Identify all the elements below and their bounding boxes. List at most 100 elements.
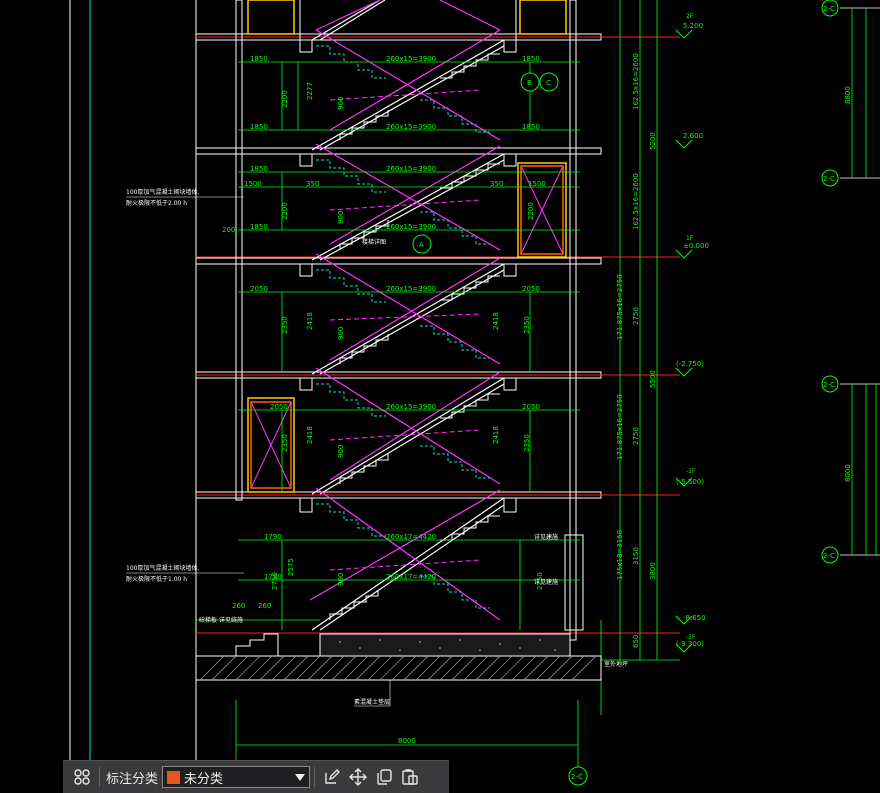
elevation-markers xyxy=(675,29,693,653)
vdim-900-d: 900 xyxy=(337,445,345,458)
edit-icon[interactable] xyxy=(319,764,345,790)
copy-icon[interactable] xyxy=(371,764,397,790)
note-stair-detail: 楼梯详图 xyxy=(362,238,386,246)
toolbar-separator xyxy=(99,767,100,787)
vdim-2200-b: 2200 xyxy=(281,202,289,220)
axis-tag-bottom: 2-C xyxy=(571,773,583,781)
landing-2050-b: 2050 xyxy=(522,285,540,293)
elevation-e3: ±0.000 xyxy=(683,242,709,250)
toolbar-separator xyxy=(314,767,316,787)
right-dim-d3: 5200 xyxy=(649,132,657,150)
axis-tag-mid-right: 2-C xyxy=(823,175,835,183)
annotation-category-label: 标注分类 xyxy=(106,771,159,787)
stair-label-s3: 260x15=3900 xyxy=(386,165,436,173)
landing-350-b: 350 xyxy=(490,180,503,188)
vdim-2418-d: 2418 xyxy=(492,426,500,444)
floor-tag-f4: -2F xyxy=(686,634,696,641)
note-concrete-pad: 素混凝土垫层 xyxy=(354,698,390,706)
circle-tag-c: C xyxy=(546,79,551,87)
vdim-900-a: 900 xyxy=(337,97,345,110)
partial-dim-p2: 8000 xyxy=(844,464,852,482)
floor-tag-f2: 1F xyxy=(686,235,694,242)
window-crossbars xyxy=(250,165,564,489)
landing-260-a: 260 xyxy=(232,602,245,610)
landing-1850-f: 1850 xyxy=(250,223,268,231)
landing-2050-d: 2050 xyxy=(522,403,540,411)
paste-icon[interactable] xyxy=(397,764,423,790)
right-dim-d1: 162.5x16=2600 xyxy=(632,53,640,110)
drawing-text: 2-C 2-C 2-C 2-C 2-C B C A 5.200 2.600 ±0… xyxy=(222,5,852,781)
right-dim-d7: 2750 xyxy=(632,427,640,445)
landing-1850-a: 1850 xyxy=(250,55,268,63)
landing-1500-b: 1500 xyxy=(528,180,546,188)
vdim-2418-b: 2418 xyxy=(492,312,500,330)
vdim-2200-a: 2200 xyxy=(281,90,289,108)
move-icon[interactable] xyxy=(345,764,371,790)
note-see-arch-a: 详见建施 xyxy=(534,533,558,541)
right-dim-d12: 650 xyxy=(632,635,640,648)
elevation-e5: (-5.500) xyxy=(676,478,704,486)
elevation-e1: 5.200 xyxy=(683,22,703,30)
landing-1850-e: 1850 xyxy=(250,165,268,173)
landing-200: 200 xyxy=(222,226,235,234)
circle-tag-b: B xyxy=(527,79,532,87)
category-color-swatch xyxy=(167,770,181,784)
ground-hatch xyxy=(195,633,602,681)
elevation-e2: 2.600 xyxy=(683,132,703,140)
axis-tag-mid-right-c: 2-C xyxy=(823,552,835,560)
vdim-2350-a: 2350 xyxy=(281,316,289,334)
note-wall-1h-line2: 耐火极限不低于1.00 h xyxy=(126,575,187,583)
vdim-900-c: 900 xyxy=(337,327,345,340)
vdim-2418-c: 2418 xyxy=(306,426,314,444)
stair-label-s1: 260x15=3900 xyxy=(386,55,436,63)
landing-2050-a: 2050 xyxy=(250,285,268,293)
partial-dim-p1: 8800 xyxy=(844,86,852,104)
landing-1500-a: 1500 xyxy=(244,180,262,188)
note-outdoor-ground: 室外地坪 xyxy=(604,660,628,668)
left-guide-lines xyxy=(69,0,197,760)
floor-tag-f3: -1F xyxy=(686,468,696,475)
vdim-2200-c: 2200 xyxy=(527,202,535,220)
right-dim-d6: 2750 xyxy=(632,307,640,325)
landing-1850-b: 1850 xyxy=(250,123,268,131)
landing-350-a: 350 xyxy=(306,180,319,188)
landing-1850-c: 1850 xyxy=(522,55,540,63)
grid-icon[interactable] xyxy=(69,764,95,790)
note-stair-slab: 砼梯板 详见结施 xyxy=(199,616,243,624)
landing-1850-d: 1850 xyxy=(522,123,540,131)
vdim-2575: 2575 xyxy=(287,558,295,576)
right-dim-d4: 171.875x16=2750 xyxy=(616,274,624,340)
stair-label-s4: 260x15=3900 xyxy=(386,223,436,231)
right-dim-d5: 171.875x16=2750 xyxy=(616,394,624,460)
annotation-toolbar: 标注分类 未分类 xyxy=(63,760,449,793)
stair-label-s5: 260x15=3900 xyxy=(386,285,436,293)
vdim-900-e: 900 xyxy=(337,573,345,586)
stair-label-s8: 260x17=4420 xyxy=(386,573,436,581)
landing-260-b: 260 xyxy=(258,602,271,610)
axis-tag-top-right: 2-C xyxy=(823,5,835,13)
category-select-value: 未分类 xyxy=(184,771,224,787)
note-wall-2h-line2: 耐火极限不低于2.00 h xyxy=(126,199,187,207)
floor-tag-f1: 2F xyxy=(686,13,694,20)
stair-label-s2: 260x15=3900 xyxy=(386,123,436,131)
landing-1790-a: 1790 xyxy=(264,533,282,541)
note-wall-1h-line1: 100厚加气混凝土砌块墙体, xyxy=(126,564,199,572)
vdim-900-b: 900 xyxy=(337,211,345,224)
annotation-notes: 100厚加气混凝土砌块墙体, 耐火极限不低于2.00 h 100厚加气混凝土砌块… xyxy=(126,188,628,706)
note-wall-2h-line1: 100厚加气混凝土砌块墙体, xyxy=(126,188,199,196)
vdim-2750-a: 2750 xyxy=(271,572,279,590)
right-dim-d9: 175x18=3150 xyxy=(616,530,624,580)
annotation-category-select[interactable]: 未分类 xyxy=(162,766,311,788)
cad-drawing-canvas[interactable]: 2-C 2-C 2-C 2-C 2-C B C A 5.200 2.600 ±0… xyxy=(0,0,880,793)
windows xyxy=(247,0,567,493)
elevation-e7: (-9.300) xyxy=(676,640,704,648)
right-dim-d10: 3150 xyxy=(632,547,640,565)
note-leaders xyxy=(126,196,391,707)
stair-label-s7: 260x17=4420 xyxy=(386,533,436,541)
vdim-2277: 2277 xyxy=(306,82,314,100)
vdim-2350-b: 2350 xyxy=(523,316,531,334)
vdim-2350-c: 2350 xyxy=(281,434,289,452)
circle-tag-a: A xyxy=(419,241,424,249)
note-see-arch-b: 详见建施 xyxy=(534,578,558,586)
right-dim-d11: 3800 xyxy=(649,562,657,580)
